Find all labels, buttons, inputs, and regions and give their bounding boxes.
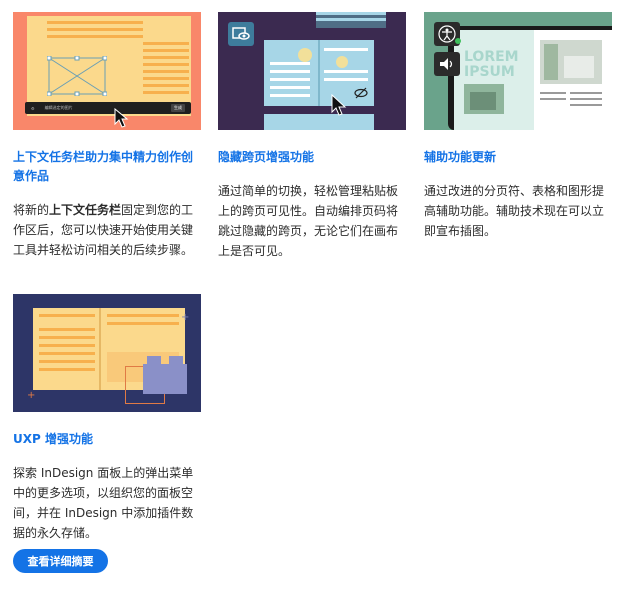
card-body: 通过简单的切换，轻松管理粘贴板上的跨页可见性。自动编排页码将跳过隐藏的跨页，无论… (218, 184, 399, 258)
view-details-button[interactable]: 查看详细摘要 (13, 549, 108, 573)
eye-slash-icon (354, 87, 368, 99)
feature-card-uxp: + + UXP 增强功能 探索 InDesign 面板上的弹出菜单中的更多选项，… (13, 294, 203, 543)
card-body: 探索 InDesign 面板上的弹出菜单中的更多选项，以组织您的面板空间，并在 … (13, 466, 194, 540)
plus-sparkle-icon: + (181, 312, 190, 323)
card-body: 通过改进的分页符、表格和图形提高辅助功能。辅助技术现在可以立即宣布插图。 (424, 184, 605, 238)
speaker-icon[interactable] (434, 52, 460, 76)
plugin-panel-icon (143, 364, 187, 394)
taskbar-menu-icon: ⚙ (31, 105, 35, 111)
feature-card-hidden-spreads: 隐藏跨页增强功能 通过简单的切换，轻松管理粘贴板上的跨页可见性。自动编排页码将跳… (218, 12, 408, 261)
contextual-taskbar-illustration: ⚙ 编辑选定的图片 生成 (13, 12, 201, 130)
page-eye-icon[interactable] (228, 22, 254, 46)
mouse-pointer-icon (114, 108, 129, 128)
accessibility-illustration: LOREM IPSUM (424, 12, 612, 130)
card-body: 将新的上下文任务栏固定到您的工作区后，您可以快速开始使用关键工具并轻松访问相关的… (13, 203, 194, 257)
hidden-spreads-illustration (218, 12, 406, 130)
card-title[interactable]: 上下文任务栏助力集中精力创作创意作品 (13, 148, 203, 186)
contextual-taskbar[interactable]: ⚙ 编辑选定的图片 生成 (25, 102, 191, 114)
lorem-heading: LOREM IPSUM (464, 49, 519, 80)
feature-card-contextual-taskbar: ⚙ 编辑选定的图片 生成 上下文任务栏助力集中精力创作创意作品 将新的上下文任务… (13, 12, 203, 260)
card-title[interactable]: 隐藏跨页增强功能 (218, 148, 408, 167)
taskbar-prompt: 编辑选定的图片 (44, 105, 73, 110)
mouse-pointer-icon (331, 94, 347, 116)
feature-card-accessibility: LOREM IPSUM 辅助功能更新 通过改进的分页符、表格和图形提高辅助功能。… (424, 12, 614, 241)
card-title[interactable]: 辅助功能更新 (424, 148, 614, 167)
taskbar-generate-button[interactable]: 生成 (171, 104, 185, 112)
uxp-illustration: + + (13, 294, 201, 412)
selected-frame-icon (47, 56, 107, 96)
plus-sparkle-icon: + (27, 390, 36, 401)
card-title[interactable]: UXP 增强功能 (13, 430, 203, 449)
